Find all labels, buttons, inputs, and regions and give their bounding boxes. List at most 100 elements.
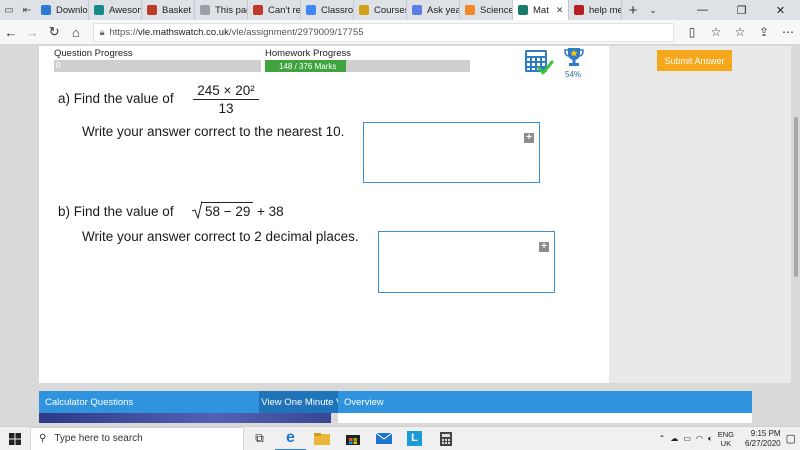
- science-icon: [465, 5, 475, 15]
- browser-tab-label: Basket ·: [162, 4, 195, 16]
- edge-browser-icon[interactable]: e: [275, 427, 306, 450]
- browser-tab[interactable]: Ask yea: [407, 0, 460, 20]
- tray-chevron-icon[interactable]: ⌃: [659, 434, 666, 443]
- homework-progress-label: Homework Progress: [265, 48, 352, 59]
- minimize-icon[interactable]: —: [683, 0, 722, 20]
- page-icon: [200, 5, 210, 15]
- calculator-questions-title: Calculator Questions: [45, 396, 134, 408]
- bing-icon: [94, 5, 104, 15]
- share-icon[interactable]: ⇪: [752, 25, 776, 39]
- back-arrow-icon[interactable]: ←: [0, 20, 22, 45]
- refresh-icon[interactable]: ↻: [43, 20, 65, 45]
- browser-tab-label: Science: [480, 4, 513, 16]
- question-progress-value: 0: [56, 61, 61, 70]
- search-icon: ⚲: [39, 433, 47, 444]
- question-progress-label: Question Progress: [54, 48, 133, 59]
- store-icon[interactable]: [337, 427, 368, 450]
- url-host: vle.mathswatch.co.uk: [138, 26, 229, 38]
- answer-box-b[interactable]: +: [378, 231, 555, 293]
- question-a-fraction: 245 × 20² 13: [193, 83, 259, 116]
- browser-tab[interactable]: Downlo: [36, 0, 89, 20]
- courses-icon: [359, 5, 369, 15]
- browser-tab-label: help me: [589, 4, 622, 16]
- browser-tab[interactable]: Science: [460, 0, 513, 20]
- volume-icon[interactable]: 🔈︎: [708, 434, 713, 444]
- onedrive-icon[interactable]: ☁: [670, 434, 678, 443]
- question-b-instruction: Write your answer correct to 2 decimal p…: [82, 229, 359, 244]
- close-tab-icon[interactable]: ✕: [556, 5, 564, 16]
- url-prefix: https://: [109, 26, 138, 38]
- browser-tab[interactable]: Can't re: [248, 0, 301, 20]
- question-a-instruction: Write your answer correct to the nearest…: [82, 124, 345, 139]
- app-l-icon[interactable]: L: [399, 427, 430, 450]
- clock[interactable]: 9:15 PM 6/27/2020: [745, 429, 781, 449]
- tab-list: Downlo Aweson Basket · This pag Can't re Clas…: [36, 0, 622, 20]
- tab-actions-icon[interactable]: ▭: [0, 0, 18, 20]
- question-b-suffix: + 38: [257, 204, 284, 219]
- browser-tab[interactable]: Mat ✕: [513, 0, 569, 20]
- file-explorer-icon[interactable]: [306, 427, 337, 450]
- reading-view-icon[interactable]: ▯: [680, 25, 704, 39]
- close-window-icon[interactable]: ✕: [761, 0, 800, 20]
- forward-arrow-icon[interactable]: →: [22, 20, 44, 45]
- mail-icon[interactable]: [368, 427, 399, 450]
- question-a-denominator: 13: [218, 101, 234, 116]
- overview-panel-header: Overview: [338, 391, 752, 413]
- homework-progress-bar: 148 / 376 Marks: [265, 60, 470, 72]
- url-path: /vle/assignment/2979009/17755: [228, 26, 364, 38]
- question-a-numerator: 245 × 20²: [193, 83, 259, 100]
- language-indicator[interactable]: ENG UK: [718, 430, 734, 448]
- address-bar: ← → ↻ ⌂ 🔒︎ https://vle.mathswatch.co.uk/…: [0, 20, 800, 45]
- language-code: ENG: [717, 429, 734, 439]
- question-card: Question Progress 0 Homework Progress 14…: [39, 46, 791, 383]
- windows-icon: [41, 5, 51, 15]
- browser-tab[interactable]: Courses: [354, 0, 407, 20]
- taskbar-search-input[interactable]: ⚲ Type here to search: [30, 426, 244, 450]
- battery-icon[interactable]: ▭: [683, 434, 691, 443]
- browser-tab-strip: ▭ ⇤ Downlo Aweson Basket · This pag Can't re…: [0, 0, 800, 20]
- brainly-icon: [574, 5, 584, 15]
- favorites-list-icon[interactable]: ☆: [728, 25, 752, 39]
- submit-answer-button[interactable]: Submit Answer: [657, 50, 732, 71]
- right-sidebar: [609, 46, 791, 383]
- system-tray: ⌃ ☁ ▭ ◠ 🔈︎ ENG UK 9:15 PM 6/27/2020 ▢: [659, 427, 800, 450]
- favorite-star-icon[interactable]: ☆: [704, 25, 728, 39]
- lock-icon: 🔒︎: [99, 26, 105, 37]
- browser-tab[interactable]: help me: [569, 0, 622, 20]
- expand-plus-icon[interactable]: +: [524, 133, 534, 143]
- calculator-app-icon[interactable]: [430, 427, 461, 450]
- network-icon[interactable]: ◠: [696, 434, 703, 443]
- more-icon[interactable]: ⋯: [776, 25, 800, 39]
- browser-tab[interactable]: Basket ·: [142, 0, 195, 20]
- new-tab-plus-icon[interactable]: +: [622, 0, 644, 20]
- calculator-questions-panel-header: Calculator Questions View One Minute Ver…: [39, 391, 370, 413]
- browser-tab-label: Courses: [374, 4, 407, 16]
- browser-tab-label: Downlo: [56, 4, 88, 16]
- expand-plus-icon[interactable]: +: [539, 242, 549, 252]
- calculator-check-icon: [525, 50, 554, 75]
- square-root-sign-icon: [192, 201, 202, 219]
- question-b-sqrt: 58 − 29: [192, 201, 254, 219]
- video-thumbnail-strip: [39, 413, 331, 423]
- notifications-icon[interactable]: ▢: [786, 432, 796, 445]
- browser-tab[interactable]: Classroo: [301, 0, 354, 20]
- url-field[interactable]: 🔒︎ https://vle.mathswatch.co.uk/vle/assi…: [92, 22, 674, 42]
- answer-box-a[interactable]: +: [363, 122, 540, 183]
- page-icon: [253, 5, 263, 15]
- browser-tab[interactable]: Aweson: [89, 0, 142, 20]
- tab-back-icon[interactable]: ⇤: [18, 0, 36, 20]
- home-icon[interactable]: ⌂: [65, 20, 87, 45]
- basket-icon: [147, 5, 157, 15]
- google-icon: [306, 5, 316, 15]
- browser-tab-label: Can't re: [268, 4, 301, 16]
- browser-tab[interactable]: This pag: [195, 0, 248, 20]
- task-view-icon[interactable]: ⧉: [244, 427, 275, 450]
- browser-tab-label: Classroo: [321, 4, 354, 16]
- mathswatch-icon: [518, 5, 528, 15]
- clock-date: 6/27/2020: [745, 438, 781, 448]
- scrollbar-thumb[interactable]: [794, 117, 798, 277]
- question-progress-bar: 0: [54, 60, 261, 72]
- tab-list-chevron-icon[interactable]: ⌄: [644, 0, 662, 20]
- restore-icon[interactable]: ❐: [722, 0, 761, 20]
- start-windows-icon[interactable]: [0, 427, 30, 450]
